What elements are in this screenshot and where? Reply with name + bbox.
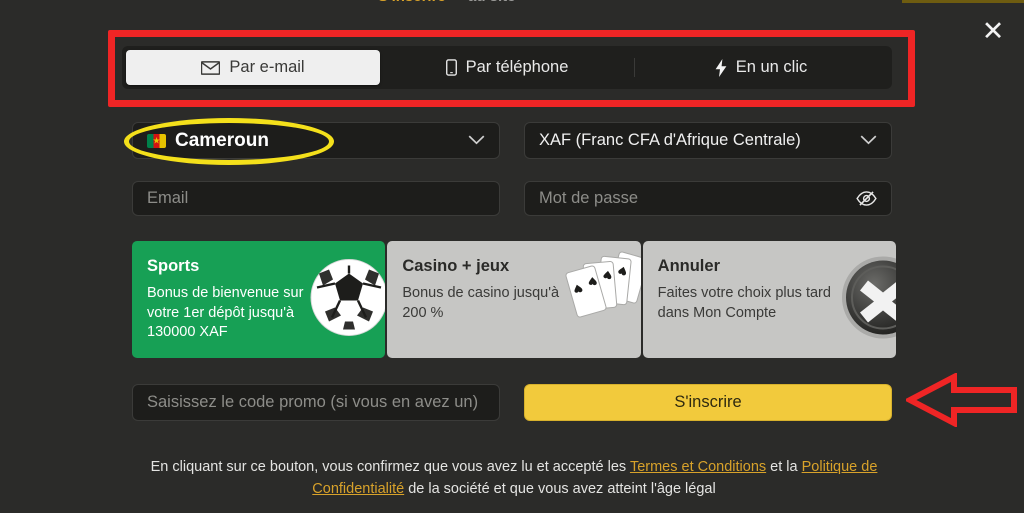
legal-text-part2: et la: [766, 459, 802, 475]
bonus-card-annuler[interactable]: Annuler Faites votre choix plus tard dan…: [642, 241, 896, 358]
bonus-card-casino-title: Casino + jeux: [402, 257, 510, 275]
legal-text-part1: En cliquant sur ce bouton, vous confirme…: [150, 459, 630, 475]
country-select-value: Cameroun: [175, 129, 269, 151]
close-icon[interactable]: ✕: [976, 14, 1010, 48]
legal-disclaimer: En cliquant sur ce bouton, vous confirme…: [132, 456, 896, 501]
submit-register-button[interactable]: S'inscrire: [524, 384, 892, 421]
bonus-card-casino[interactable]: Casino + jeux Bonus de casino jusqu'à 20…: [387, 241, 641, 358]
envelope-icon: [201, 60, 221, 75]
lightning-bolt-icon: [715, 58, 727, 77]
country-select[interactable]: ★ Cameroun: [132, 122, 500, 159]
top-divider-rule: [902, 0, 1024, 3]
chevron-down-icon: [468, 134, 485, 147]
password-field[interactable]: Mot de passe: [524, 181, 892, 216]
tab-en-un-clic[interactable]: En un clic: [634, 50, 888, 85]
tab-par-email-label: Par e-mail: [229, 58, 305, 76]
chevron-down-icon: [860, 134, 877, 147]
cut-off-heading-fragment: S'inscrire: [378, 0, 446, 5]
bonus-card-annuler-title: Annuler: [657, 257, 720, 275]
bonus-card-casino-description: Bonus de casino jusqu'à 200 %: [402, 285, 560, 321]
cameroon-flag-icon: ★: [147, 133, 166, 148]
registration-method-tabs: Par e-mail Par téléphone En un clic: [122, 46, 892, 89]
bonus-cards-group: Sports Bonus de bienvenue sur votre 1er …: [132, 241, 896, 358]
bonus-card-sports[interactable]: Sports Bonus de bienvenue sur votre 1er …: [132, 241, 386, 358]
annotation-arrow-submit: [903, 372, 1018, 428]
tab-en-un-clic-label: En un clic: [735, 58, 808, 76]
tab-par-telephone[interactable]: Par téléphone: [380, 50, 634, 85]
promo-code-input[interactable]: Saisissez le code promo (si vous en avez…: [132, 384, 500, 421]
currency-select-value: XAF (Franc CFA d'Afrique Centrale): [539, 131, 801, 149]
eye-slash-icon[interactable]: [856, 191, 877, 206]
currency-select[interactable]: XAF (Franc CFA d'Afrique Centrale): [524, 122, 892, 159]
terms-and-conditions-link[interactable]: Termes et Conditions: [630, 459, 766, 475]
cut-off-heading-sliver: S'inscrire au site: [0, 0, 1024, 5]
bonus-card-annuler-description: Faites votre choix plus tard dans Mon Co…: [657, 285, 831, 321]
phone-icon: [445, 59, 457, 76]
promo-code-placeholder: Saisissez le code promo (si vous en avez…: [147, 393, 479, 411]
tab-par-telephone-label: Par téléphone: [465, 58, 569, 76]
tab-par-email[interactable]: Par e-mail: [126, 50, 380, 85]
registration-modal: S'inscrire au site ✕ Par e-mail Par télé: [0, 0, 1024, 513]
password-field-placeholder: Mot de passe: [539, 189, 639, 207]
legal-text-part3: de la société et que vous avez atteint l…: [404, 481, 716, 498]
submit-register-label: S'inscrire: [674, 393, 742, 411]
bonus-card-sports-title: Sports: [147, 257, 200, 275]
email-field-placeholder: Email: [147, 189, 189, 207]
bonus-card-sports-description: Bonus de bienvenue sur votre 1er dépôt j…: [147, 285, 304, 341]
email-field[interactable]: Email: [132, 181, 500, 216]
